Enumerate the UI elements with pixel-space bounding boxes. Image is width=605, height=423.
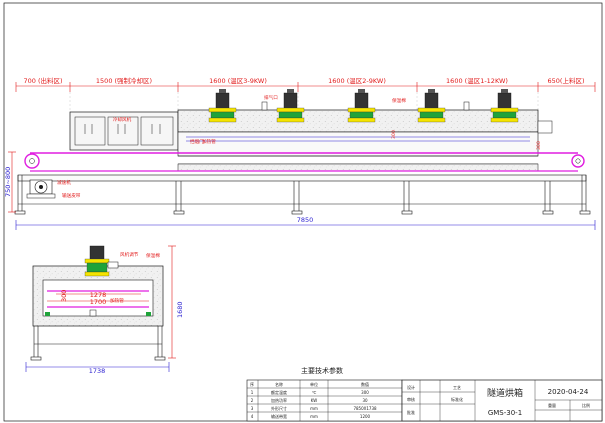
zone-label-discharge: 700 (出料区) xyxy=(23,76,62,85)
table-cell: 1200 xyxy=(360,414,371,419)
zone-dimension-chain: 700 (出料区) 1500 (强制冷却区) 1600 (温区3-9KW) 16… xyxy=(15,76,596,92)
table-cell: 7850X1738 xyxy=(353,406,377,411)
table-cell: 1 xyxy=(251,390,254,395)
fan-motor-4 xyxy=(417,89,446,123)
section-heater-label: 加热管 xyxy=(110,297,124,304)
heating-tube-label: 加热管 xyxy=(202,138,216,145)
table-cell: 30 xyxy=(362,398,368,403)
title-block-cell: 比例 xyxy=(582,402,590,408)
tech-table: 主要技术参数 序 名称 单位 数值 1 额定温度 ℃ 300 2 加热功率 KW… xyxy=(246,366,403,422)
table-cell: 3 xyxy=(251,406,254,411)
overall-length-dimension: 7850 xyxy=(15,216,596,230)
section-total-height: 1680 xyxy=(176,301,184,318)
title-block-cell: 工艺 xyxy=(453,385,461,390)
fan-motor-3 xyxy=(347,89,376,123)
title-block-cell: 重量 xyxy=(548,402,556,408)
exhaust-a-label: 排气口 xyxy=(264,94,278,101)
section-view: 风机调节 保温棉 加热管 1278 1700 300 1680 1738 xyxy=(25,245,184,375)
table-header-unit: 单位 xyxy=(310,381,318,387)
drawing-model: GMS-30-1 xyxy=(488,409,522,417)
section-fan-motor xyxy=(89,245,105,261)
table-cell: 300 xyxy=(361,390,369,395)
title-block-cell: 批准 xyxy=(407,409,415,415)
title-block-cell: 设计 xyxy=(407,384,415,390)
zone-label-feed: 650(上料区) xyxy=(548,76,585,85)
motor-label: 减速机 xyxy=(57,179,71,186)
table-cell: 2 xyxy=(251,398,254,403)
fan-motor-1 xyxy=(208,89,237,123)
table-header-name: 名称 xyxy=(275,381,283,387)
overall-length-label: 7850 xyxy=(297,216,314,224)
table-cell: ℃ xyxy=(312,390,317,395)
table-cell: 加热功率 xyxy=(271,397,287,403)
belt-label: 输送皮带 xyxy=(62,192,81,199)
section-height-300: 300 xyxy=(60,290,68,302)
drawing-date: 2020-04-24 xyxy=(548,388,589,396)
table-header-no: 序 xyxy=(250,381,254,387)
cooling-fan-label: 冷却风机 xyxy=(113,116,132,123)
table-cell: 外形尺寸 xyxy=(271,405,287,411)
table-cell: 输送带宽 xyxy=(271,413,287,419)
section-width-1700: 1700 xyxy=(90,298,107,306)
title-block: 设计 审核 批准 工艺 标准化 隧道烘箱 GMS-30-1 2020-04-24… xyxy=(401,379,603,422)
drive-roller xyxy=(24,153,40,169)
fan-guard-label: 风机调节 xyxy=(120,251,139,258)
fan-motor-5 xyxy=(490,89,519,123)
title-block-cell: 标准化 xyxy=(451,396,463,402)
zone-label-heat-3: 1600 (温区3-9KW) xyxy=(209,76,267,85)
inner-height-a: 300 xyxy=(391,130,397,139)
fan-motor-2 xyxy=(276,89,305,123)
table-cell: mm xyxy=(310,406,318,411)
table-cell: 4 xyxy=(251,414,254,419)
inner-height-b: 300 xyxy=(536,141,542,150)
engineering-drawing: 700 (出料区) 1500 (强制冷却区) 1600 (温区3-9KW) 16… xyxy=(3,2,603,422)
idler-roller xyxy=(571,154,585,168)
cooling-section: 冷却风机 xyxy=(69,111,179,151)
zone-label-heat-2: 1600 (温区2-9KW) xyxy=(328,76,386,85)
drawing-name: 隧道烘箱 xyxy=(487,387,523,399)
support-frame xyxy=(14,174,591,215)
table-cell: KW xyxy=(311,398,317,403)
table-header-value: 数值 xyxy=(361,381,369,387)
tech-table-title: 主要技术参数 xyxy=(301,366,343,375)
title-block-cell: 审核 xyxy=(407,396,415,402)
height-dimension: 750~800 xyxy=(4,151,16,213)
insulation-label: 保温棉 xyxy=(392,97,406,104)
side-view: 700 (出料区) 1500 (强制冷却区) 1600 (温区3-9KW) 16… xyxy=(4,76,596,230)
height-label: 750~800 xyxy=(4,167,12,197)
table-cell: 额定温度 xyxy=(271,389,287,395)
cover-label: 保温棉 xyxy=(146,252,160,259)
section-total-width: 1738 xyxy=(89,367,106,375)
table-cell: mm xyxy=(310,414,318,419)
zone-label-cooling: 1500 (强制冷却区) xyxy=(96,76,152,85)
drawing-frame xyxy=(3,2,603,422)
zone-label-heat-1: 1600 (温区1-12KW) xyxy=(446,76,508,85)
